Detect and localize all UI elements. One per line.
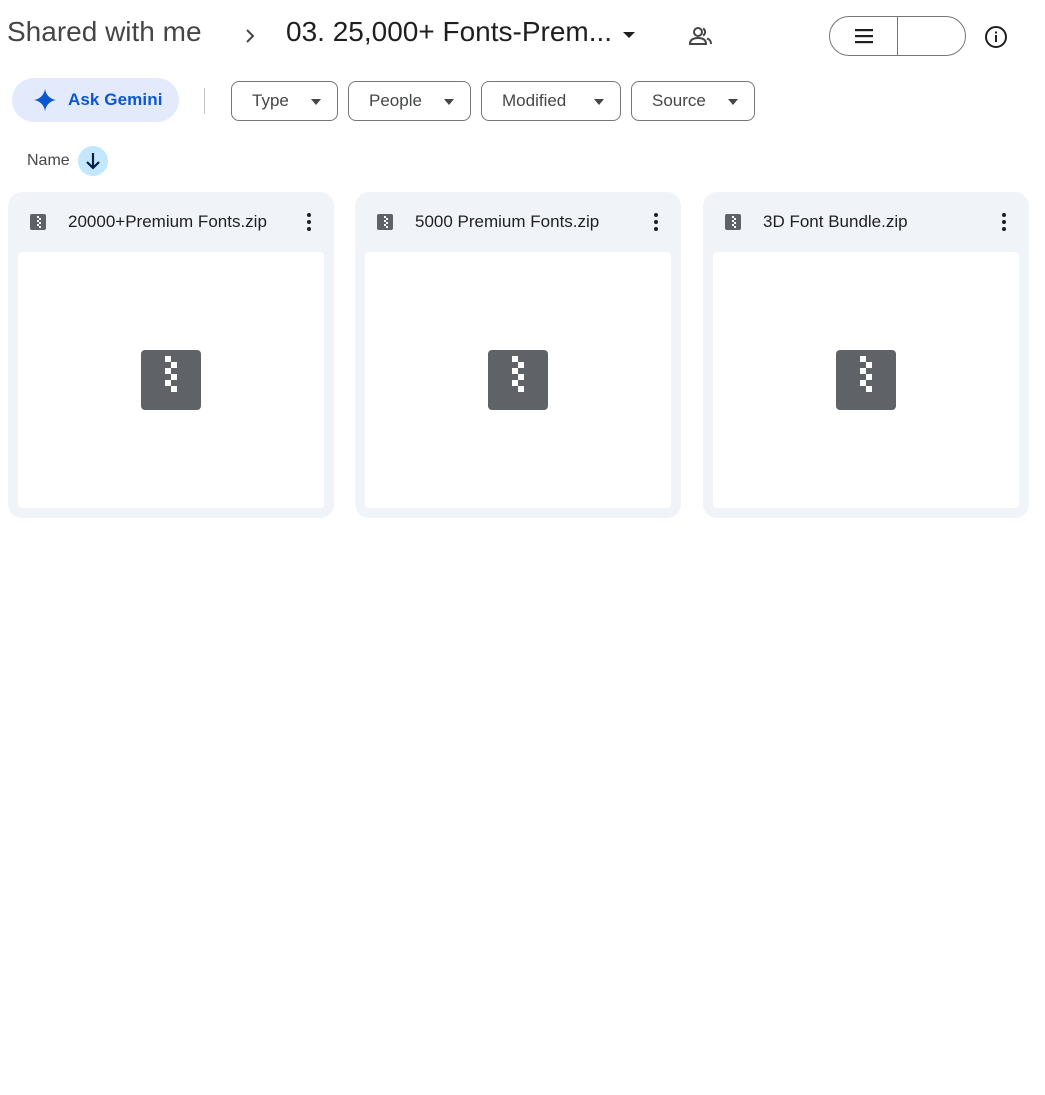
- list-view-button[interactable]: [830, 17, 898, 55]
- toolbar-divider: [204, 88, 205, 114]
- header: Shared with me 03. 25,000+ Fonts-Prem...: [0, 0, 1045, 72]
- more-options-button[interactable]: [298, 209, 320, 235]
- sort-direction-button[interactable]: [77, 146, 108, 176]
- ask-gemini-label: Ask Gemini: [68, 90, 163, 109]
- more-vert-icon: [654, 213, 658, 231]
- view-toggle: [829, 16, 966, 56]
- file-name: 5000 Premium Fonts.zip: [415, 212, 600, 231]
- chevron-right-icon: [246, 29, 255, 43]
- people-icon[interactable]: [688, 24, 714, 48]
- file-card[interactable]: 20000+Premium Fonts.zip: [8, 192, 334, 518]
- filter-modified-chip[interactable]: Modified: [481, 81, 621, 121]
- more-options-button[interactable]: [645, 209, 667, 235]
- file-thumbnail[interactable]: [18, 252, 324, 508]
- caret-down-icon: [728, 99, 738, 105]
- zip-file-icon: [377, 214, 393, 230]
- file-card[interactable]: 5000 Premium Fonts.zip: [355, 192, 681, 518]
- breadcrumb-shared-with-me[interactable]: Shared with me: [7, 16, 202, 48]
- filter-toolbar: Ask Gemini Type People Modified Source: [0, 78, 1045, 124]
- info-icon[interactable]: [983, 24, 1009, 50]
- file-card[interactable]: 3D Font Bundle.zip: [703, 192, 1029, 518]
- zip-file-icon: [488, 350, 548, 410]
- file-grid: 20000+Premium Fonts.zip 5000 Premium Fon…: [8, 192, 1038, 522]
- filter-people-label: People: [369, 91, 422, 110]
- more-options-button[interactable]: [993, 209, 1015, 235]
- list-view-icon: [854, 29, 873, 44]
- sort-name-label[interactable]: Name: [27, 152, 70, 170]
- zip-file-icon: [30, 214, 46, 230]
- sort-bar: Name: [27, 146, 108, 176]
- file-name: 3D Font Bundle.zip: [763, 212, 908, 231]
- current-folder-title: 03. 25,000+ Fonts-Prem...: [286, 16, 613, 47]
- caret-down-icon: [444, 99, 454, 105]
- arrow-down-icon: [85, 153, 100, 170]
- caret-down-icon: [623, 32, 636, 38]
- ask-gemini-button[interactable]: Ask Gemini: [12, 78, 179, 122]
- current-folder-menu[interactable]: 03. 25,000+ Fonts-Prem...: [286, 16, 636, 56]
- file-name: 20000+Premium Fonts.zip: [68, 212, 267, 231]
- more-vert-icon: [307, 213, 311, 231]
- zip-file-icon: [725, 214, 741, 230]
- file-thumbnail[interactable]: [713, 252, 1019, 508]
- gemini-sparkle-icon: [34, 89, 56, 111]
- filter-type-label: Type: [252, 91, 289, 110]
- filter-people-chip[interactable]: People: [348, 81, 471, 121]
- caret-down-icon: [311, 99, 321, 105]
- file-thumbnail[interactable]: [365, 252, 671, 508]
- filter-modified-label: Modified: [502, 91, 567, 110]
- filter-source-label: Source: [652, 91, 706, 110]
- more-vert-icon: [1002, 213, 1006, 231]
- zip-file-icon: [836, 350, 896, 410]
- filter-source-chip[interactable]: Source: [631, 81, 755, 121]
- zip-file-icon: [141, 350, 201, 410]
- caret-down-icon: [594, 99, 604, 105]
- filter-type-chip[interactable]: Type: [231, 81, 338, 121]
